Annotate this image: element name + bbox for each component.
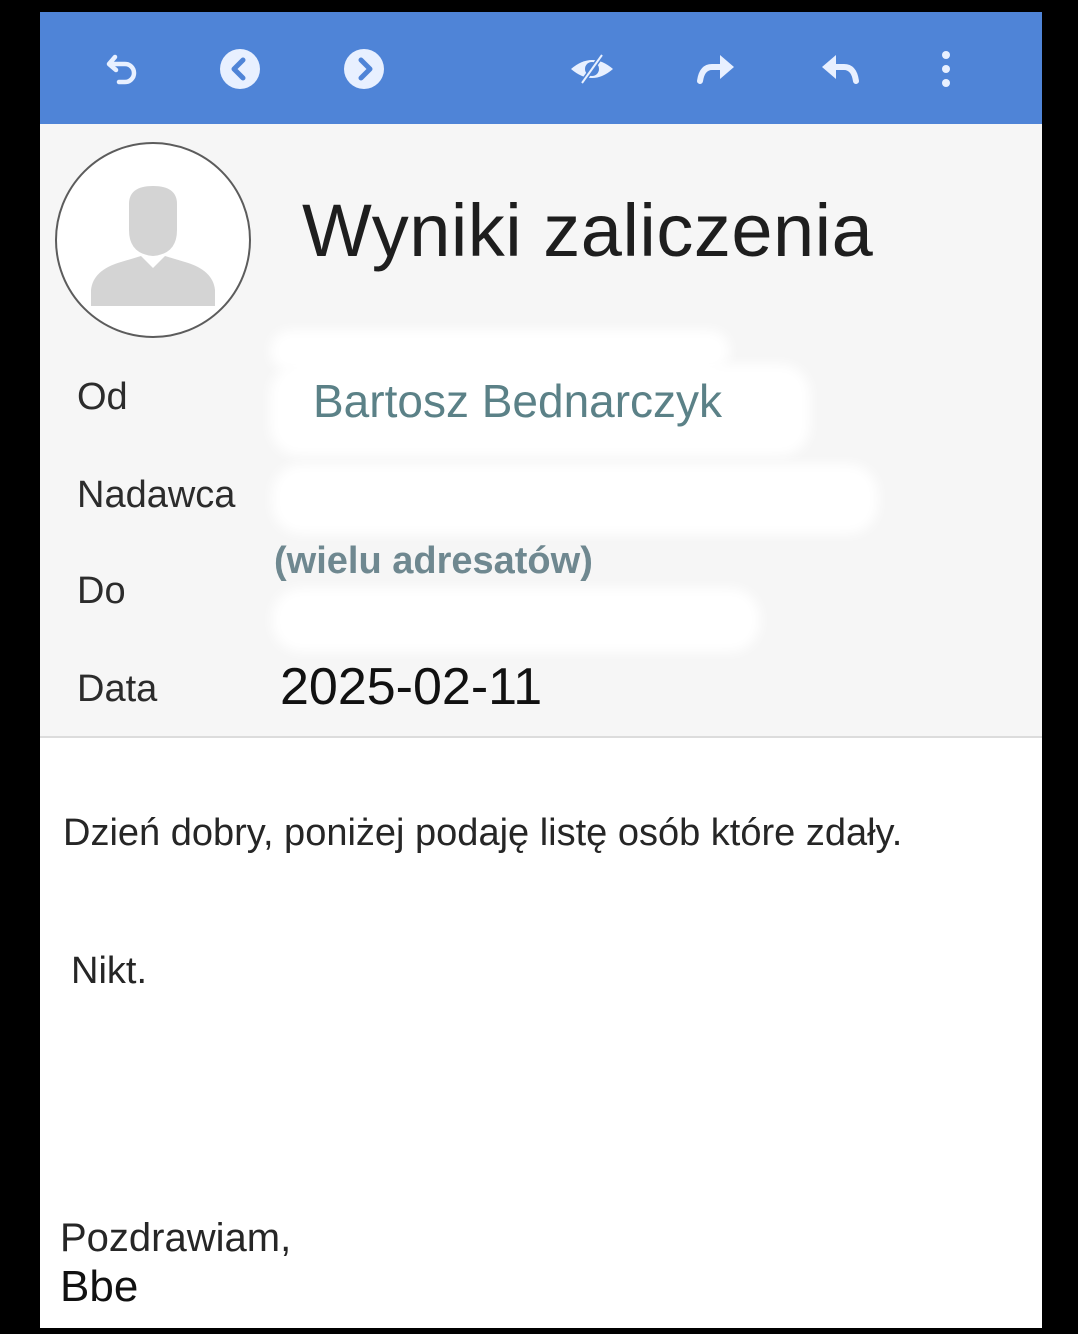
reply-icon[interactable] bbox=[815, 44, 865, 94]
next-icon[interactable] bbox=[339, 44, 389, 94]
person-icon bbox=[91, 186, 215, 306]
previous-icon[interactable] bbox=[215, 44, 265, 94]
toolbar bbox=[40, 12, 1042, 124]
header-divider bbox=[40, 736, 1042, 738]
redaction-mark bbox=[272, 588, 760, 652]
date-value: 2025-02-11 bbox=[280, 658, 543, 716]
from-label: Od bbox=[77, 376, 128, 418]
to-label: Do bbox=[77, 570, 126, 612]
message-subject: Wyniki zaliczenia bbox=[302, 189, 874, 272]
undo-icon[interactable] bbox=[98, 44, 148, 94]
more-menu-icon[interactable] bbox=[921, 44, 971, 94]
date-label: Data bbox=[77, 668, 158, 710]
message-closing: Pozdrawiam, bbox=[60, 1216, 292, 1260]
forward-icon[interactable] bbox=[691, 44, 741, 94]
sender-label: Nadawca bbox=[77, 474, 236, 516]
avatar bbox=[55, 142, 251, 338]
message-greeting: Dzień dobry, poniżej podaję listę osób k… bbox=[63, 812, 903, 854]
sender-name-link[interactable]: Bartosz Bednarczyk bbox=[313, 374, 722, 428]
message-signature: Bbe bbox=[60, 1262, 139, 1311]
message-content: Nikt. bbox=[71, 950, 147, 992]
email-viewer: Wyniki zaliczenia Od Nadawca Do Data Bar… bbox=[40, 12, 1042, 1328]
recipients-link[interactable]: (wielu adresatów) bbox=[274, 540, 593, 583]
redaction-mark bbox=[272, 464, 878, 534]
hide-images-icon[interactable] bbox=[567, 44, 617, 94]
